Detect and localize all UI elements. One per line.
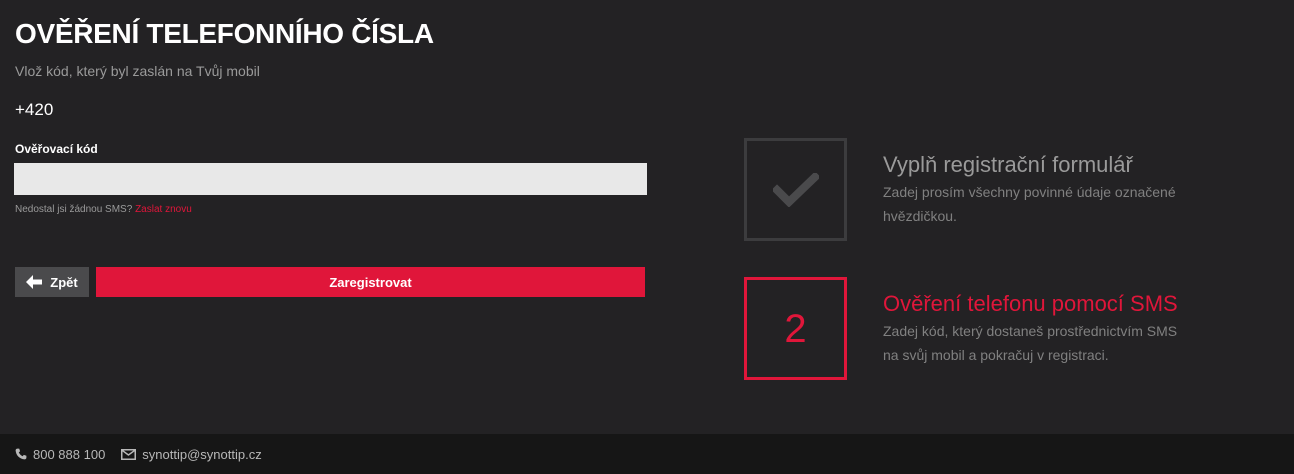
envelope-icon (121, 448, 137, 460)
footer-phone[interactable]: 800 888 100 (15, 447, 105, 462)
step-1-box (744, 138, 847, 241)
step-2-description: Zadej kód, který dostaneš prostřednictví… (883, 323, 1178, 363)
verification-code-label: Ověřovací kód (15, 142, 98, 156)
step-2-box: 2 (744, 277, 847, 380)
step-2-number: 2 (784, 306, 807, 351)
footer-phone-number: 800 888 100 (33, 446, 106, 462)
back-button-label: Zpět (50, 274, 78, 290)
page-subtitle: Vlož kód, který byl zaslán na Tvůj mobil (15, 63, 260, 79)
phone-number: +420 (15, 100, 54, 119)
check-icon (772, 172, 819, 207)
footer-email[interactable]: synottip@synottip.cz (121, 446, 262, 462)
verification-code-input[interactable] (14, 163, 647, 195)
step-2-title: Ověření telefonu pomocí SMS (883, 291, 1178, 316)
register-button[interactable]: Zaregistrovat (96, 267, 645, 297)
arrow-left-icon (26, 275, 43, 289)
page-title: OVĚŘENÍ TELEFONNÍHO ČÍSLA (15, 18, 434, 49)
step-1-description: Zadej prosím všechny povinné údaje označ… (883, 184, 1176, 224)
footer-email-address: synottip@synottip.cz (142, 446, 262, 462)
footer: 800 888 100 synottip@synottip.cz (0, 434, 1294, 474)
step-1-title: Vyplň registrační formulář (883, 152, 1133, 177)
resend-row: Nedostal jsi žádnou SMS? Zaslat znovu (15, 203, 192, 216)
resend-link[interactable]: Zaslat znovu (135, 204, 192, 215)
phone-icon (15, 448, 27, 460)
resend-question: Nedostal jsi žádnou SMS? (15, 204, 133, 215)
back-button[interactable]: Zpět (15, 267, 89, 297)
register-button-label: Zaregistrovat (329, 274, 412, 290)
